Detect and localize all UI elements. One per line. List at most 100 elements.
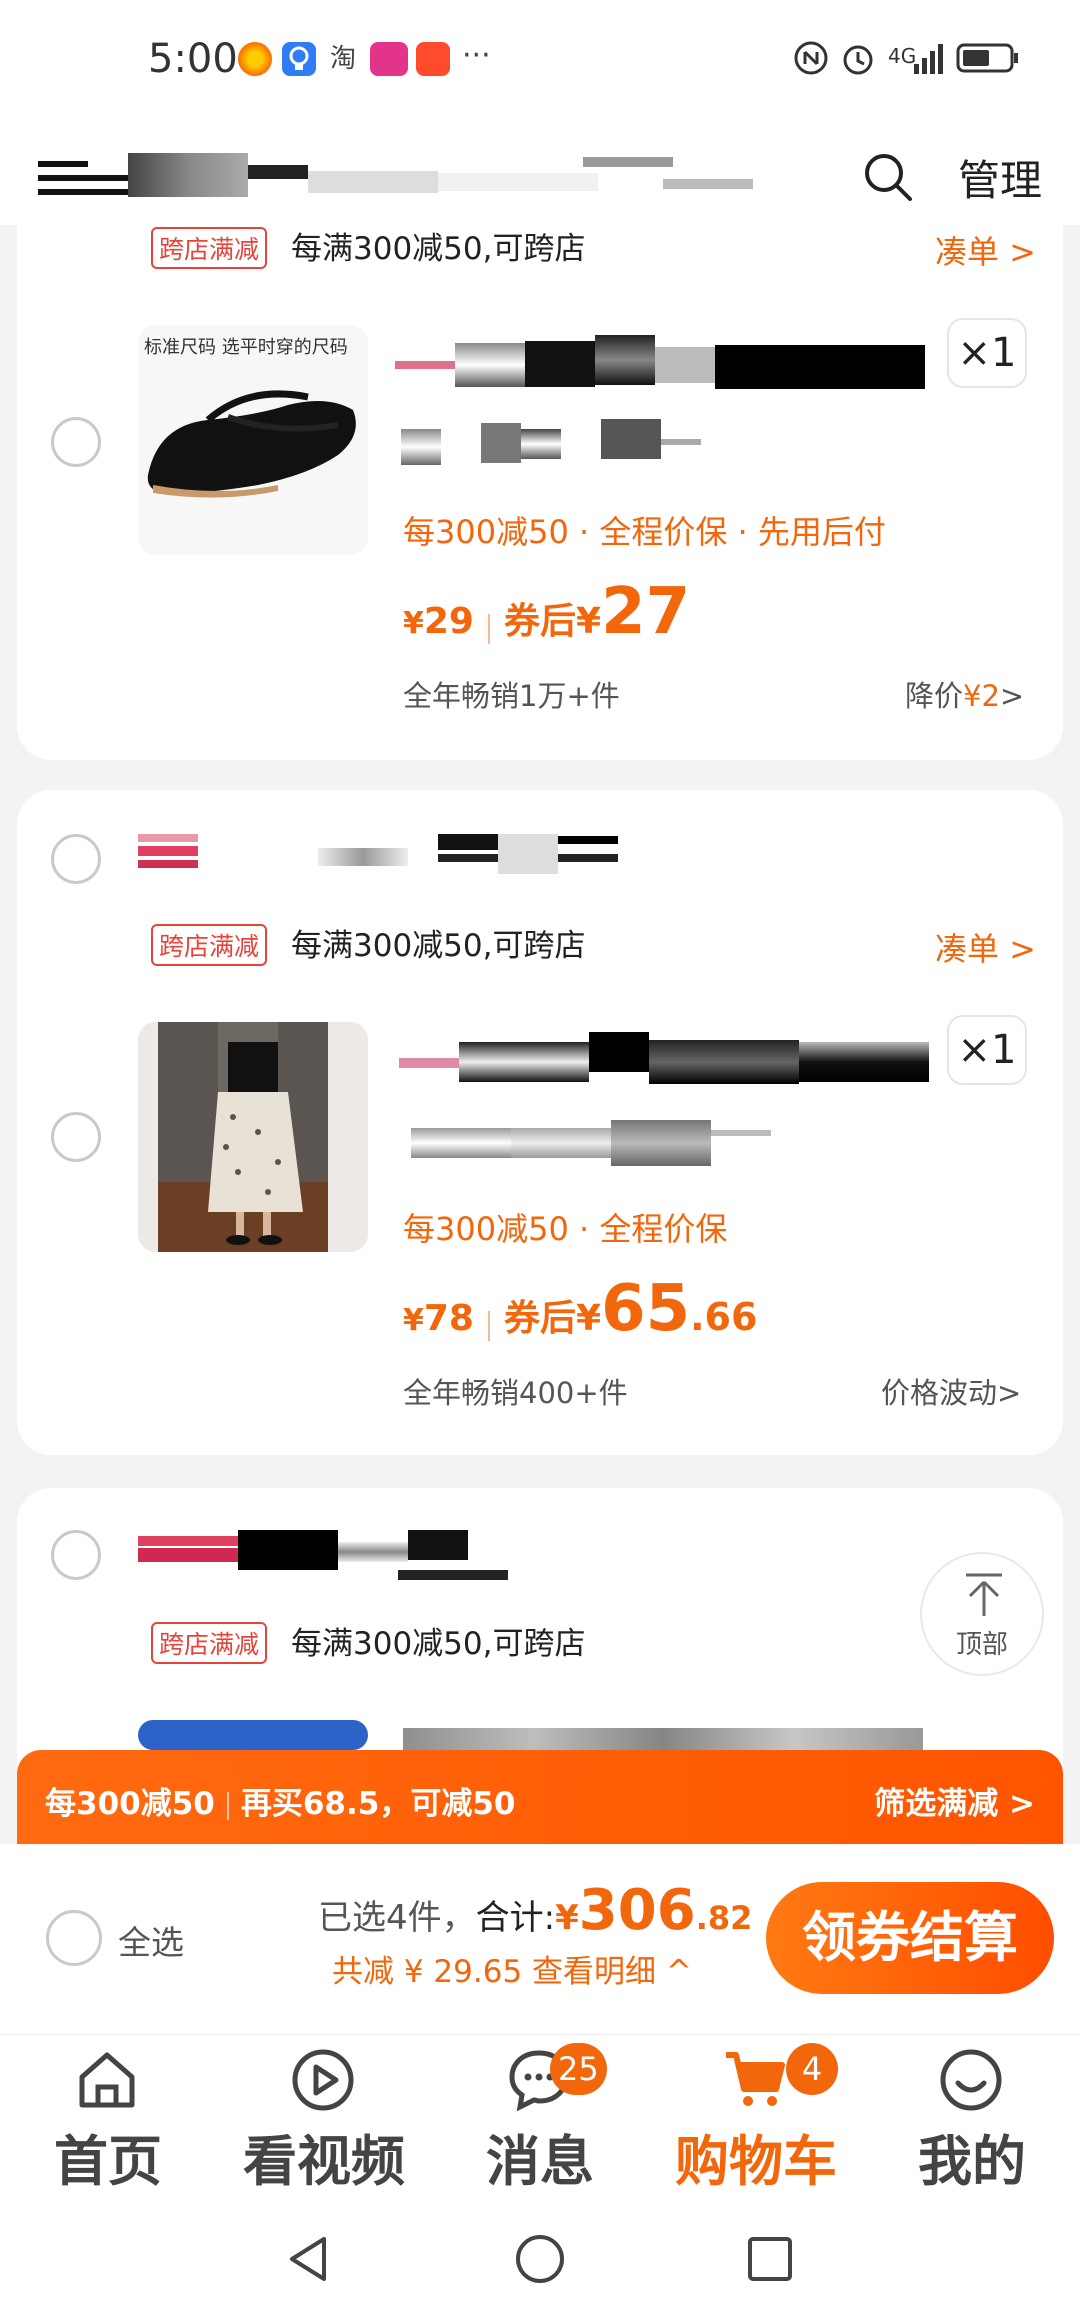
home-circle-icon[interactable] <box>512 2231 568 2287</box>
after-coupon-label: 券后 <box>503 1298 576 1339</box>
shop-checkbox[interactable] <box>51 1530 101 1580</box>
item-checkbox[interactable] <box>51 1112 101 1162</box>
promo-text: 每满300减50,可跨店 <box>291 928 586 964</box>
nav-home[interactable]: 首页 <box>0 2035 200 2210</box>
profile-icon <box>940 2049 1002 2111</box>
nav-home-label: 首页 <box>54 2130 162 2193</box>
checkout-button[interactable]: 领券结算 <box>766 1882 1054 1994</box>
search-button[interactable] <box>860 149 916 205</box>
taobao-sale-icon <box>416 42 450 76</box>
search-icon <box>865 154 912 201</box>
more-notifications: ··· <box>462 38 491 73</box>
sun-app-icon <box>238 42 272 76</box>
status-bar: 5:00 淘 ··· 4G <box>0 0 1080 125</box>
product-sku-redacted <box>411 1120 811 1170</box>
price-currency: ¥ <box>576 1298 602 1339</box>
discount-detail-link[interactable]: 共减 ¥ 29.65 查看明细 ^ <box>332 1946 692 1991</box>
quantity-selector[interactable]: ×1 <box>947 1015 1027 1085</box>
item-checkbox[interactable] <box>51 417 101 467</box>
product-benefits: 每300减50 · 全程价保 <box>403 1210 728 1248</box>
filter-discount-link[interactable]: 筛选满减 > <box>874 1778 1035 1823</box>
original-price: 29 <box>423 601 474 642</box>
manage-button[interactable]: 管理 <box>958 147 1042 208</box>
product-image[interactable]: 标准尺码 选平时穿的尺码 <box>138 325 368 555</box>
header-title-redacted <box>38 153 768 205</box>
total-label: 合计: <box>475 1898 556 1938</box>
select-all-label[interactable]: 全选 <box>118 1916 184 1964</box>
after-coupon-label: 券后 <box>503 601 576 642</box>
total-amount-decimal: .82 <box>695 1899 753 1937</box>
skirt-image <box>138 1022 368 1252</box>
shop-name-redacted[interactable] <box>138 1530 538 1586</box>
price-trend-label: 降价 <box>905 679 964 713</box>
product-benefits: 每300减50 · 全程价保 · 先用后付 <box>403 513 886 551</box>
shop-name-redacted[interactable] <box>138 834 638 874</box>
promo-app-icon <box>370 42 408 76</box>
shop-card: 跨店满减 每满300减50,可跨店 凑单 > 标准尺码 选平时穿的尺码 ×1 每… <box>17 215 1063 760</box>
product-image[interactable] <box>138 1022 368 1252</box>
taobao-icon: 淘 <box>329 44 356 74</box>
sales-count: 全年畅销400+件 <box>403 1376 628 1410</box>
price-trend-link[interactable]: 降价¥2> <box>905 673 1024 715</box>
battery-icon <box>956 40 1020 83</box>
price-row: ¥29 券后¥27 <box>403 575 690 649</box>
nav-profile[interactable]: 我的 <box>864 2035 1064 2210</box>
shop-checkbox[interactable] <box>51 834 101 884</box>
nav-profile-label: 我的 <box>918 2130 1026 2193</box>
price-drop-amount: ¥2 <box>963 679 1000 713</box>
price-divider <box>487 613 490 644</box>
signal-icon <box>912 40 948 83</box>
quantity-selector[interactable]: ×1 <box>947 318 1027 388</box>
discount-banner: 每300减50 再买68.5，可减50 筛选满减 > <box>17 1750 1063 1844</box>
after-coupon-price: 65 <box>601 1272 691 1346</box>
select-all-checkbox[interactable] <box>46 1910 102 1966</box>
banner-divider <box>226 1791 229 1820</box>
play-icon <box>292 2049 354 2111</box>
cross-store-tag: 跨店满减 <box>151 227 268 269</box>
nav-cart[interactable]: 4 购物车 <box>648 2035 848 2210</box>
total-currency: ¥ <box>555 1898 579 1938</box>
selected-count: 已选4件， <box>318 1898 476 1938</box>
after-coupon-price-decimal: .66 <box>690 1295 758 1339</box>
nav-messages[interactable]: 25 消息 <box>432 2035 632 2210</box>
checkout-bar: 全选 已选4件，合计:¥306.82 共减 ¥ 29.65 查看明细 ^ 领券结… <box>0 1844 1080 2034</box>
alarm-icon <box>840 40 876 83</box>
cross-store-tag: 跨店满减 <box>151 1622 268 1664</box>
after-coupon-price: 27 <box>601 575 691 649</box>
price-currency: ¥ <box>403 1303 424 1338</box>
message-count-badge: 25 <box>550 2043 607 2095</box>
order-summary: 已选4件，合计:¥306.82 <box>318 1878 752 1943</box>
system-navigation <box>0 2209 1080 2310</box>
price-currency: ¥ <box>403 606 424 641</box>
product-sku-redacted <box>401 419 741 469</box>
nav-cart-label: 购物车 <box>675 2130 837 2193</box>
cart-icon <box>726 2052 785 2106</box>
add-on-link[interactable]: 凑单 > <box>935 924 1036 970</box>
price-trend-link[interactable]: 价格波动> <box>881 1370 1021 1412</box>
shoe-image <box>147 390 356 498</box>
chevron-right-icon: > <box>999 679 1025 713</box>
price-currency: ¥ <box>576 601 602 642</box>
cart-header: 管理 <box>0 125 1080 225</box>
discount-progress: 每300减50 再买68.5，可减50 <box>45 1778 515 1823</box>
sales-count: 全年畅销1万+件 <box>403 679 620 713</box>
product-title-redacted <box>403 1720 923 1750</box>
back-to-top-label: 顶部 <box>955 1630 1008 1660</box>
arrow-up-icon <box>966 1573 1002 1616</box>
nav-messages-label: 消息 <box>486 2130 594 2193</box>
discount-rule: 每300减50 <box>45 1786 215 1822</box>
shop-card: 跨店满减 每满300减50,可跨店 凑单 > ×1 每300减50 · 全程价保 <box>17 790 1063 1455</box>
back-to-top-button[interactable]: 顶部 <box>920 1552 1044 1676</box>
bulb-app-icon <box>282 42 316 76</box>
cross-store-tag: 跨店满减 <box>151 924 268 966</box>
product-title-redacted <box>399 1032 929 1092</box>
status-time: 5:00 <box>148 36 238 82</box>
back-icon[interactable] <box>280 2231 336 2287</box>
nav-video[interactable]: 看视频 <box>216 2035 416 2210</box>
product-image[interactable] <box>138 1720 368 1750</box>
add-on-link[interactable]: 凑单 > <box>935 227 1036 273</box>
nav-video-label: 看视频 <box>243 2130 405 2193</box>
total-amount: 306 <box>578 1878 696 1943</box>
promo-text: 每满300减50,可跨店 <box>291 231 586 267</box>
recents-icon[interactable] <box>742 2231 798 2287</box>
